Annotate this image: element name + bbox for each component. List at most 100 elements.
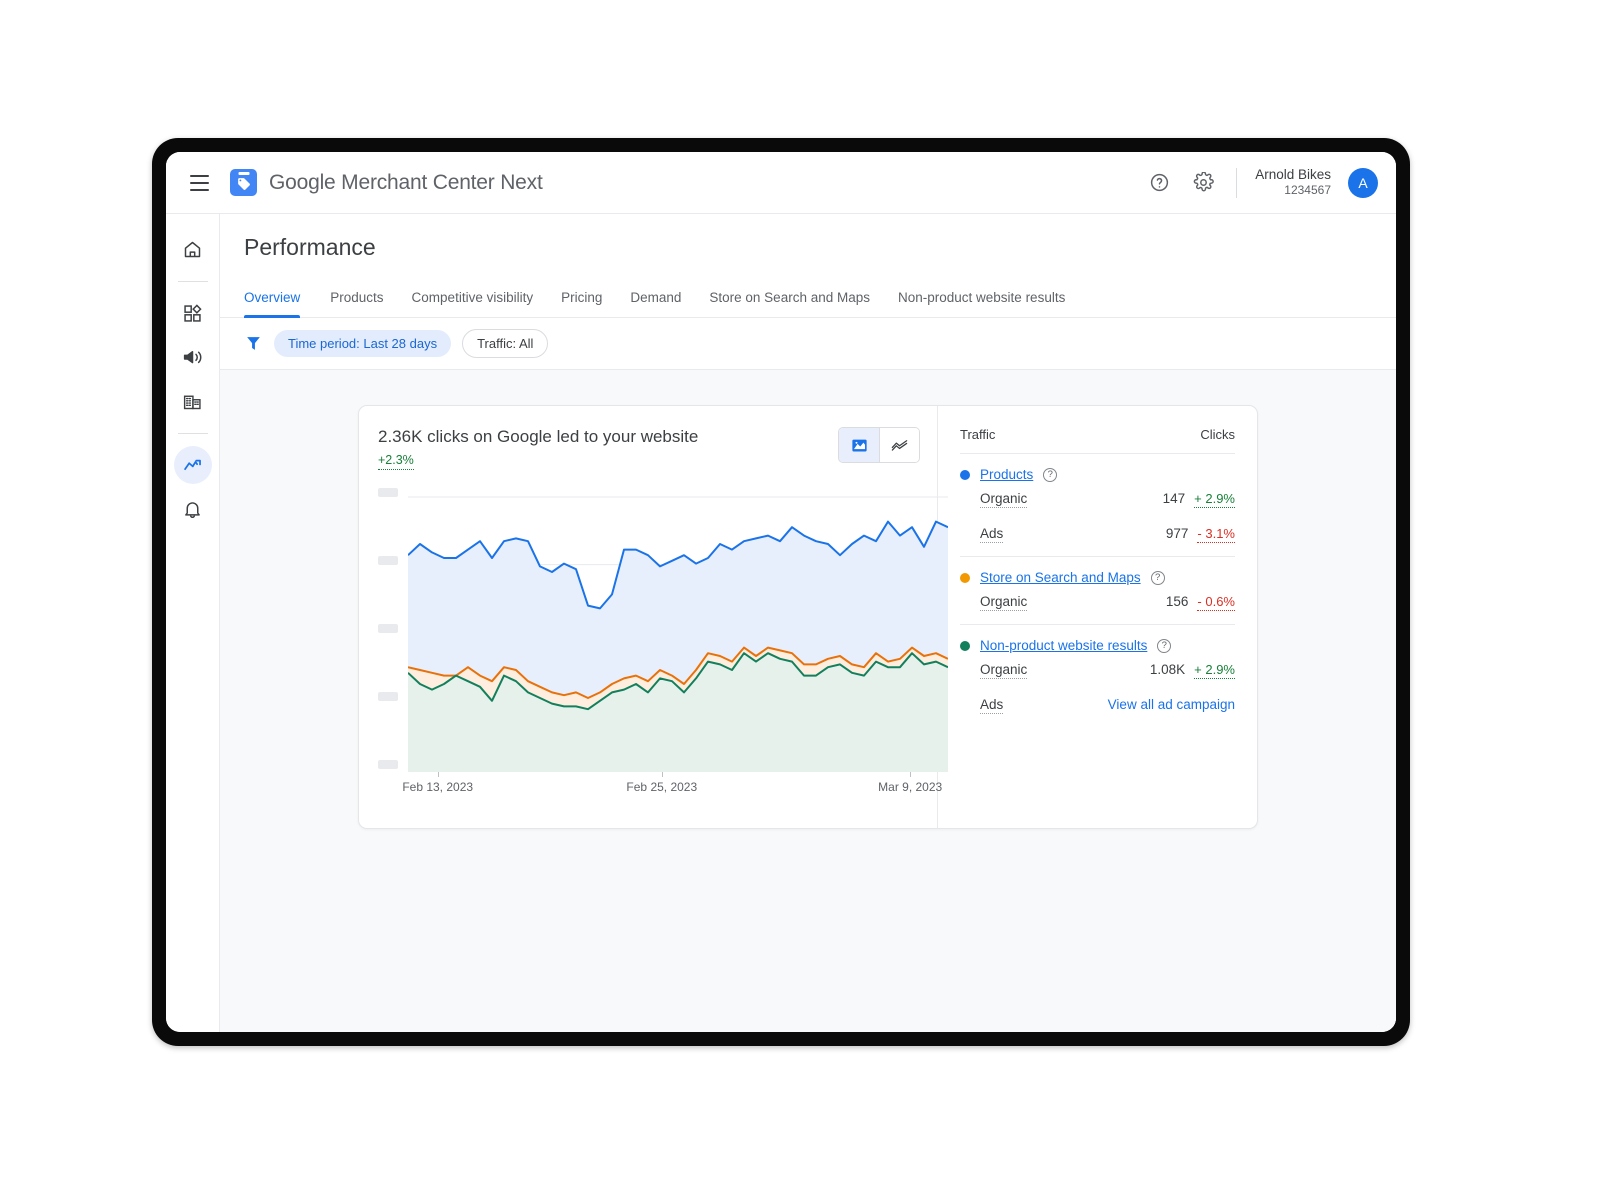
traffic-group-link[interactable]: Store on Search and Maps [980,570,1141,585]
chart-view-toggle [838,427,920,463]
chart-plot-wrapper [378,484,937,772]
tab-non-product-website-results[interactable]: Non-product website results [884,280,1079,317]
brand-product-text: Merchant Center Next [341,171,542,194]
row-values: 156- 0.6% [1166,594,1235,611]
tab-products[interactable]: Products [316,280,397,317]
row-label: Organic [980,594,1027,611]
chart-section: 2.36K clicks on Google led to your websi… [359,406,937,828]
x-axis-tick-mark [910,772,911,777]
traffic-group-link[interactable]: Non-product website results [980,638,1147,653]
row-label: Ads [980,526,1003,543]
row-delta-value: - 3.1% [1197,526,1235,543]
stacked-area-chart[interactable] [408,484,948,772]
legend-dot-icon [960,573,970,583]
tab-demand[interactable]: Demand [616,280,695,317]
x-axis-tick-label: Mar 9, 2023 [878,780,942,794]
content-area: Performance OverviewProductsCompetitive … [220,214,1396,1032]
help-circle-icon[interactable]: ? [1043,468,1057,482]
help-circle-icon[interactable]: ? [1151,571,1165,585]
table-row: Organic 147 + 2.9% [960,482,1235,517]
account-id: 1234567 [1255,183,1331,198]
screenshot-stage: Google Merchant Center Next [0,0,1600,1200]
view-all-ad-campaign-link[interactable]: View all ad campaign [1108,697,1235,712]
tab-bar: OverviewProductsCompetitive visibilityPr… [220,280,1396,318]
help-circle-icon[interactable]: ? [1157,639,1171,653]
account-info: Arnold Bikes 1234567 [1255,167,1331,199]
traffic-group: Store on Search and Maps? Organic 156- 0.6… [960,556,1235,624]
funnel-filter-icon[interactable] [244,334,263,353]
sidebar-item-notifications[interactable] [174,490,212,528]
sidebar-item-performance[interactable] [174,446,212,484]
chart-delta: +2.3% [378,453,414,470]
row-clicks-value: 156 [1166,594,1189,609]
sidebar-item-store[interactable] [174,382,212,420]
filter-bar: Time period: Last 28 days Traffic: All [220,318,1396,370]
filter-chip-traffic[interactable]: Traffic: All [462,329,548,358]
help-circle-icon[interactable] [1140,164,1178,202]
rail-divider-2 [178,433,208,434]
sidebar-item-products[interactable] [174,294,212,332]
brand-google-text: Google [269,171,336,194]
filter-chips: Time period: Last 28 days Traffic: All [274,329,548,358]
traffic-group-link[interactable]: Products [980,467,1033,482]
table-row: Ads View all ad campaign [960,688,1235,723]
avatar[interactable]: A [1348,168,1378,198]
app-bar: Google Merchant Center Next [166,152,1396,214]
brand-title: Google Merchant Center Next [269,171,543,195]
gear-icon[interactable] [1184,164,1222,202]
traffic-group: Products? Organic 147 + 2.9% Ads 977 - 3.1% [960,453,1235,556]
tab-pricing[interactable]: Pricing [547,280,616,317]
page-title: Performance [244,234,1372,261]
line-chart-icon[interactable] [879,428,919,462]
rail-divider-1 [178,281,208,282]
row-values: 147 + 2.9% [1163,491,1235,508]
y-axis-tick-label-redacted [378,692,398,701]
column-header-traffic: Traffic [960,427,995,442]
x-axis-tick-mark [438,772,439,777]
sidebar-item-marketing[interactable] [174,338,212,376]
y-axis-tick-label-redacted [378,556,398,565]
content-canvas: 2.36K clicks on Google led to your websi… [220,370,1396,1032]
chart-title: 2.36K clicks on Google led to your websi… [378,427,698,447]
table-row: Organic 156- 0.6% [960,585,1235,620]
row-clicks-value: 1.08K [1150,662,1185,677]
x-axis-tick-label: Feb 13, 2023 [402,780,473,794]
row-label: Organic [980,662,1027,679]
page-header: Performance [220,214,1396,261]
row-clicks-value: 977 [1166,526,1189,541]
tablet-device-frame: Google Merchant Center Next [152,138,1410,1046]
row-values: 977 - 3.1% [1166,526,1235,543]
merchant-center-logo-icon [230,169,257,196]
x-axis-tick-label: Feb 25, 2023 [626,780,697,794]
brand-area: Google Merchant Center Next [230,169,543,196]
chart-header: 2.36K clicks on Google led to your websi… [378,427,937,470]
traffic-breakdown-panel: Traffic Clicks Products? Organic 147 + 2.9%… [937,406,1257,828]
traffic-groups: Products? Organic 147 + 2.9% Ads 977 - 3.1% Sto… [960,453,1235,727]
x-axis: Feb 13, 2023Feb 25, 2023Mar 9, 2023 [408,772,937,798]
table-header: Traffic Clicks [960,427,1235,453]
filter-chip-time-period[interactable]: Time period: Last 28 days [274,330,451,357]
app-bar-right: Arnold Bikes 1234567 A [1140,164,1378,202]
row-clicks-value: 147 [1163,491,1186,506]
x-axis-tick-mark [662,772,663,777]
table-row: Organic 1.08K+ 2.9% [960,653,1235,688]
tab-store-on-search-and-maps[interactable]: Store on Search and Maps [695,280,884,317]
row-label: Ads [980,697,1003,714]
performance-card: 2.36K clicks on Google led to your websi… [358,405,1258,829]
row-delta-value: + 2.9% [1194,491,1235,508]
area-chart-icon[interactable] [839,428,879,462]
legend-dot-icon [960,641,970,651]
table-row: Ads 977 - 3.1% [960,517,1235,552]
sidebar-item-home[interactable] [174,230,212,268]
tab-competitive-visibility[interactable]: Competitive visibility [398,280,548,317]
row-label: Organic [980,491,1027,508]
traffic-group-header: Store on Search and Maps? [960,570,1235,585]
y-axis-tick-label-redacted [378,624,398,633]
tab-overview[interactable]: Overview [244,280,316,317]
traffic-group-header: Non-product website results? [960,638,1235,653]
row-values: 1.08K+ 2.9% [1150,662,1235,679]
navigation-rail [166,214,220,1032]
tablet-screen: Google Merchant Center Next [166,152,1396,1032]
column-header-clicks: Clicks [1200,427,1235,442]
hamburger-menu-icon[interactable] [182,166,216,200]
